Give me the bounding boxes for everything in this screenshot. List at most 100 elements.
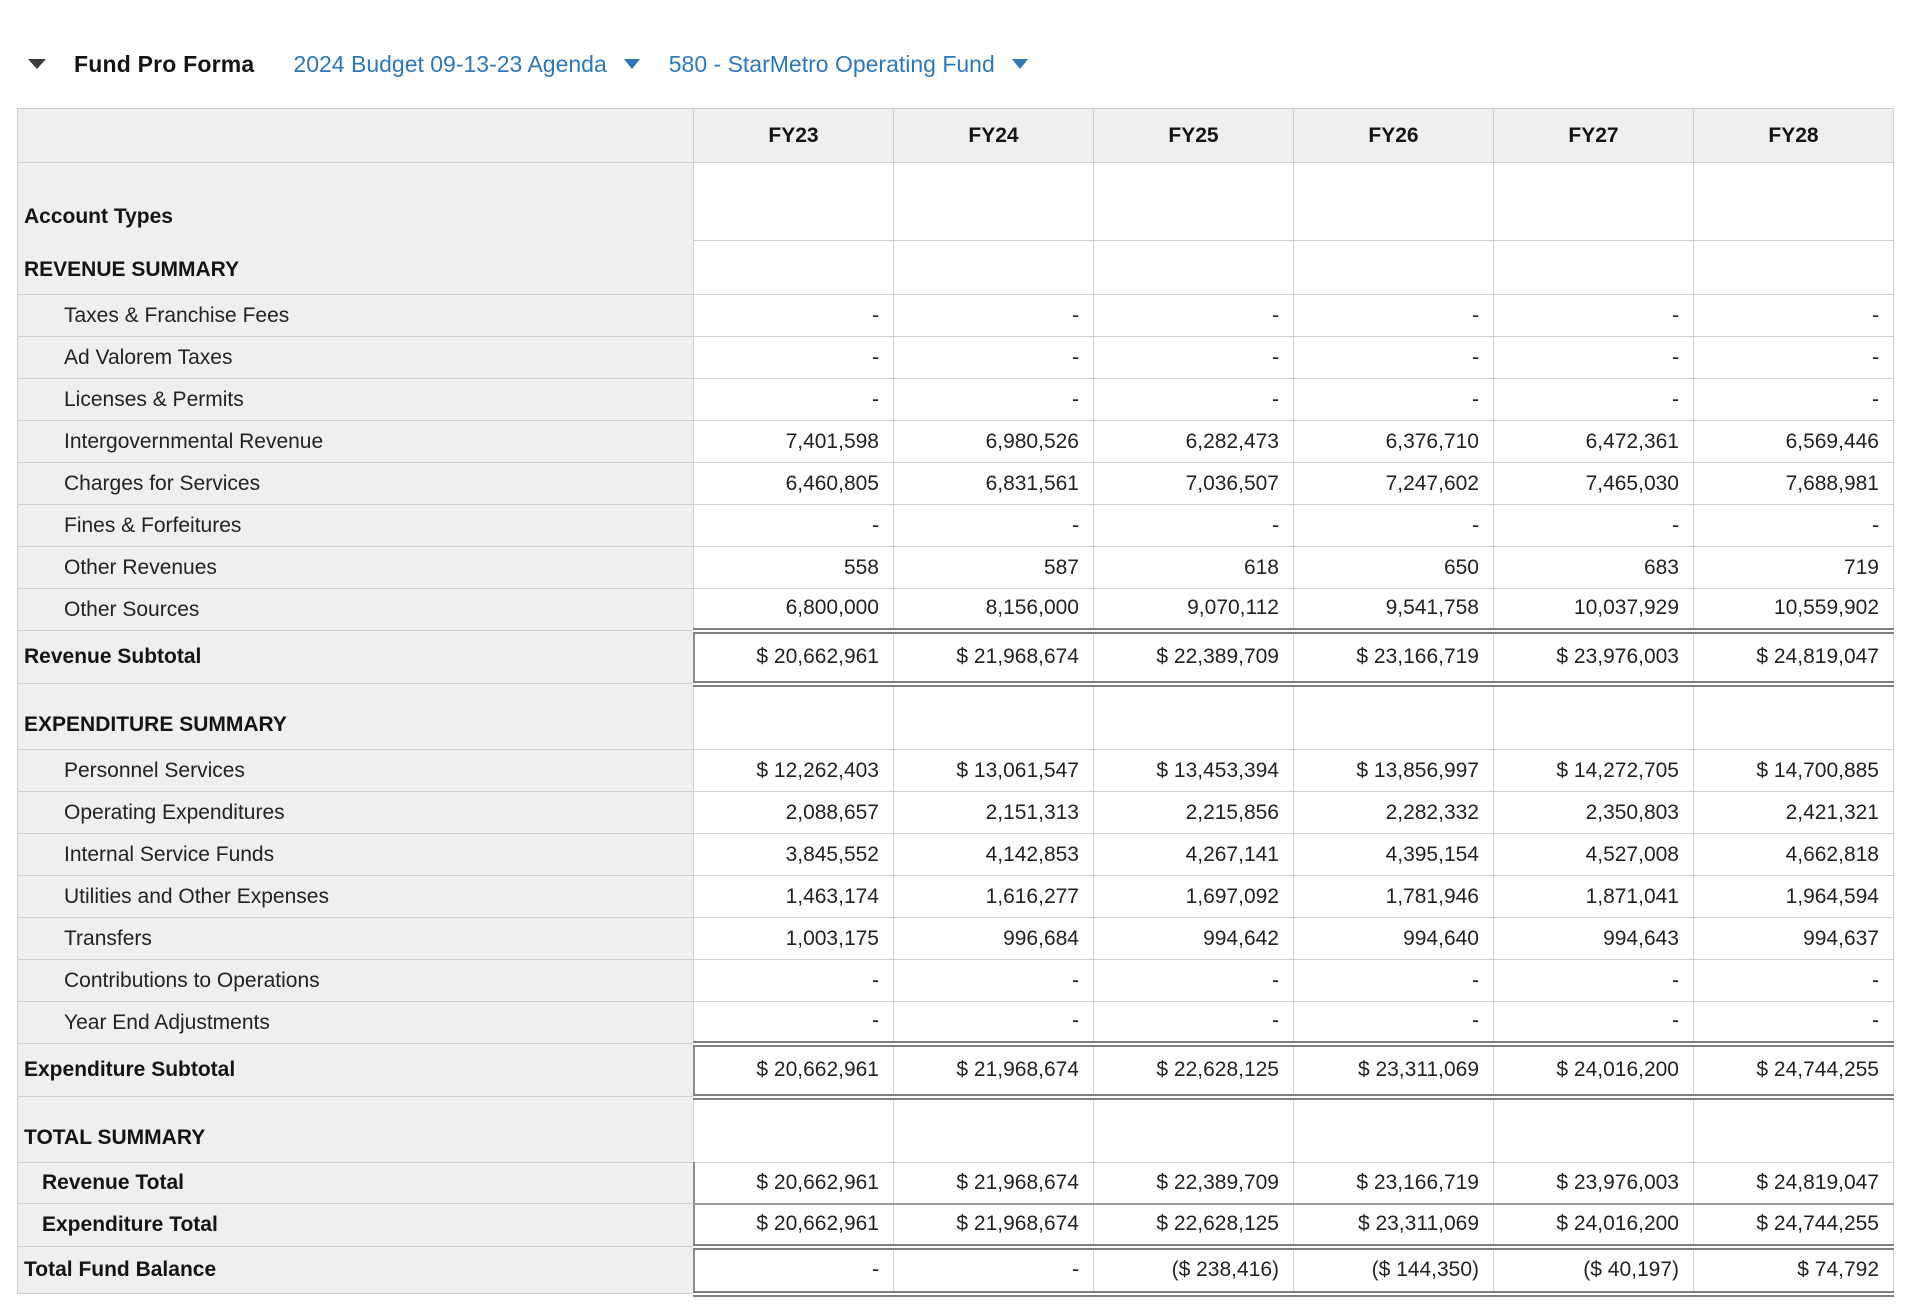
column-header-fy23: FY23 (694, 109, 894, 163)
corner-header-cell (18, 109, 694, 163)
cell-value: - (1694, 337, 1894, 379)
cell-value: $ 23,166,719 (1294, 631, 1494, 684)
cell-value: $ 24,016,200 (1494, 1044, 1694, 1097)
page-title: Fund Pro Forma (74, 51, 254, 78)
cell-value: - (1694, 295, 1894, 337)
row-label: Revenue Subtotal (18, 631, 694, 684)
cell-value: 6,569,446 (1694, 421, 1894, 463)
cell-value: $ 20,662,961 (694, 1044, 894, 1097)
table-row: TOTAL SUMMARY (18, 1097, 1894, 1163)
table-row: Operating Expenditures2,088,6572,151,313… (18, 792, 1894, 834)
table-row: REVENUE SUMMARY (18, 241, 1894, 295)
table-row: Personnel Services$ 12,262,403$ 13,061,5… (18, 750, 1894, 792)
cell-value: - (894, 337, 1094, 379)
cell-value: - (1694, 505, 1894, 547)
table-row: Other Revenues558587618650683719 (18, 547, 1894, 589)
cell-value (1294, 684, 1494, 750)
table-row: Revenue Subtotal$ 20,662,961$ 21,968,674… (18, 631, 1894, 684)
table-row: Total Fund Balance--($ 238,416)($ 144,35… (18, 1247, 1894, 1294)
table-row: Other Sources6,800,0008,156,0009,070,112… (18, 589, 1894, 631)
table-row: Utilities and Other Expenses1,463,1741,6… (18, 876, 1894, 918)
cell-value (1294, 241, 1494, 295)
cell-value: 2,350,803 (1494, 792, 1694, 834)
row-label: Expenditure Subtotal (18, 1044, 694, 1097)
cell-value: - (1694, 960, 1894, 1002)
cell-value: 1,781,946 (1294, 876, 1494, 918)
row-label: EXPENDITURE SUMMARY (18, 684, 694, 750)
cell-value: ($ 40,197) (1494, 1247, 1694, 1294)
collapse-caret-icon[interactable] (28, 59, 46, 69)
cell-value: $ 13,453,394 (1094, 750, 1294, 792)
column-header-fy26: FY26 (1294, 109, 1494, 163)
cell-value (1494, 1097, 1694, 1163)
table-row: Account Types (18, 163, 1894, 241)
cell-value: $ 13,061,547 (894, 750, 1094, 792)
row-label: Licenses & Permits (18, 379, 694, 421)
cell-value: 994,642 (1094, 918, 1294, 960)
cell-value: 4,395,154 (1294, 834, 1494, 876)
cell-value: - (694, 505, 894, 547)
row-label: Charges for Services (18, 463, 694, 505)
cell-value: $ 14,700,885 (1694, 750, 1894, 792)
budget-dropdown[interactable]: 2024 Budget 09-13-23 Agenda (293, 51, 639, 78)
cell-value: 6,460,805 (694, 463, 894, 505)
cell-value: - (1094, 295, 1294, 337)
cell-value: 9,541,758 (1294, 589, 1494, 631)
cell-value: 650 (1294, 547, 1494, 589)
row-label: TOTAL SUMMARY (18, 1097, 694, 1163)
row-label: Other Revenues (18, 547, 694, 589)
cell-value: - (894, 295, 1094, 337)
cell-value: - (1094, 505, 1294, 547)
cell-value (894, 163, 1094, 241)
cell-value: 683 (1494, 547, 1694, 589)
cell-value: 4,662,818 (1694, 834, 1894, 876)
table-row: Intergovernmental Revenue7,401,5986,980,… (18, 421, 1894, 463)
cell-value (1094, 241, 1294, 295)
row-label: Expenditure Total (18, 1204, 694, 1247)
cell-value: 1,463,174 (694, 876, 894, 918)
cell-value: 6,980,526 (894, 421, 1094, 463)
cell-value: 1,871,041 (1494, 876, 1694, 918)
cell-value (1494, 684, 1694, 750)
cell-value: 996,684 (894, 918, 1094, 960)
cell-value: - (1694, 379, 1894, 421)
table-row: Internal Service Funds3,845,5524,142,853… (18, 834, 1894, 876)
budget-dropdown-label: 2024 Budget 09-13-23 Agenda (293, 51, 606, 78)
cell-value: $ 24,819,047 (1694, 631, 1894, 684)
cell-value (1494, 241, 1694, 295)
cell-value: 7,465,030 (1494, 463, 1694, 505)
row-label: Ad Valorem Taxes (18, 337, 694, 379)
cell-value (1494, 163, 1694, 241)
cell-value: - (1294, 379, 1494, 421)
cell-value: 1,616,277 (894, 876, 1094, 918)
cell-value: $ 23,166,719 (1294, 1163, 1494, 1204)
cell-value: $ 23,311,069 (1294, 1044, 1494, 1097)
cell-value: 4,142,853 (894, 834, 1094, 876)
cell-value: - (1094, 960, 1294, 1002)
row-label: Other Sources (18, 589, 694, 631)
fund-table-body: Account TypesREVENUE SUMMARYTaxes & Fran… (18, 163, 1894, 1294)
cell-value (694, 1097, 894, 1163)
cell-value: - (894, 1002, 1094, 1044)
cell-value: 2,282,332 (1294, 792, 1494, 834)
row-label: Contributions to Operations (18, 960, 694, 1002)
cell-value: - (894, 1247, 1094, 1294)
cell-value (1094, 684, 1294, 750)
column-header-row: FY23 FY24 FY25 FY26 FY27 FY28 (18, 109, 1894, 163)
cell-value: 994,637 (1694, 918, 1894, 960)
row-label: Fines & Forfeitures (18, 505, 694, 547)
row-label: Transfers (18, 918, 694, 960)
cell-value (894, 684, 1094, 750)
cell-value: 7,247,602 (1294, 463, 1494, 505)
cell-value: $ 21,968,674 (894, 1044, 1094, 1097)
cell-value (694, 163, 894, 241)
pro-forma-table: FY23 FY24 FY25 FY26 FY27 FY28 Account Ty… (17, 108, 1894, 1297)
fund-dropdown-label: 580 - StarMetro Operating Fund (669, 51, 995, 78)
cell-value: - (1494, 379, 1694, 421)
cell-value: $ 21,968,674 (894, 631, 1094, 684)
cell-value: $ 12,262,403 (694, 750, 894, 792)
cell-value (694, 684, 894, 750)
cell-value (1694, 241, 1894, 295)
cell-value: 1,964,594 (1694, 876, 1894, 918)
fund-dropdown[interactable]: 580 - StarMetro Operating Fund (669, 51, 1028, 78)
